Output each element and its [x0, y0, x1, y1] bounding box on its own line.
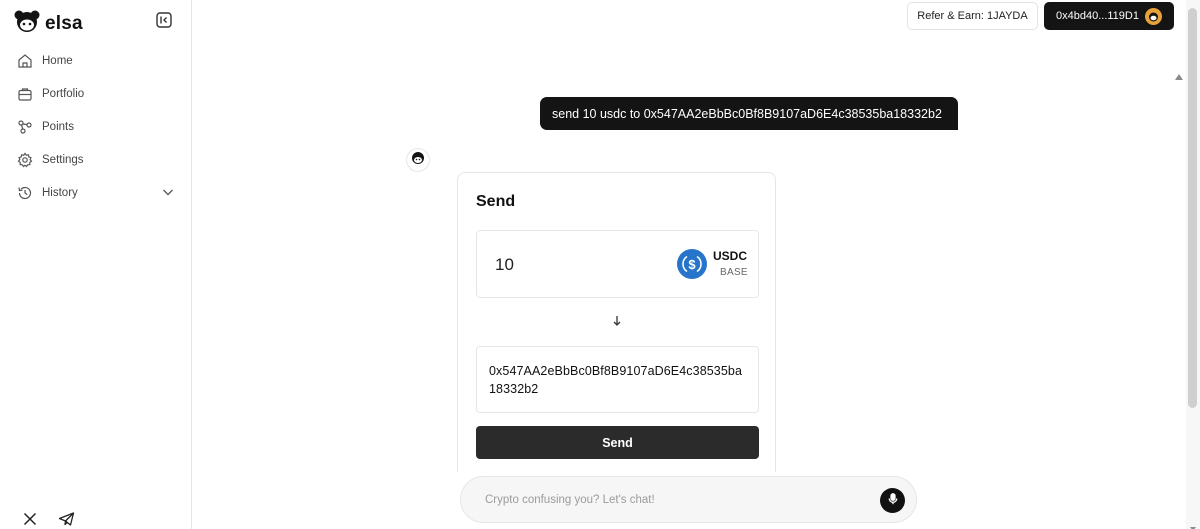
token-symbol: USDC — [713, 249, 748, 263]
scrollbar[interactable] — [1186, 0, 1200, 529]
sidebar-item-label: Points — [42, 120, 74, 133]
history-icon — [16, 184, 33, 201]
token-chain: BASE — [720, 267, 748, 278]
sidebar-item-home[interactable]: Home — [0, 44, 191, 77]
scrollbar-thumb[interactable] — [1188, 8, 1197, 408]
bot-avatar — [406, 148, 430, 172]
gear-icon — [16, 151, 33, 168]
sidebar: elsa Home Portfolio Points Settings Hist… — [0, 0, 192, 529]
brand-name: elsa — [45, 12, 83, 34]
user-message-bubble: send 10 usdc to 0x547AA2eBbBc0Bf8B9107aD… — [540, 97, 958, 130]
recipient-address-field[interactable]: 0x547AA2eBbBc0Bf8B9107aD6E4c38535ba18332… — [476, 346, 759, 413]
usdc-token-icon: $ — [677, 249, 707, 279]
scroll-up-arrow-icon[interactable] — [1174, 69, 1184, 80]
wallet-address: 0x4bd40...119D1 — [1056, 10, 1139, 22]
sidebar-item-settings[interactable]: Settings — [0, 143, 191, 176]
wallet-avatar-icon — [1144, 7, 1162, 25]
sidebar-nav: Home Portfolio Points Settings History — [0, 44, 191, 209]
scroll-down-arrow-icon[interactable] — [1189, 520, 1197, 529]
send-card: Send 10 $ USDC BASE 0x547AA2eBbBc0Bf8B91… — [457, 172, 776, 472]
refer-earn-button[interactable]: Refer & Earn: 1JAYDA — [907, 2, 1038, 30]
app-root: elsa Home Portfolio Points Settings Hist… — [0, 0, 1200, 529]
chat-input[interactable] — [485, 491, 865, 509]
chat-input-container — [460, 476, 917, 523]
brand[interactable]: elsa — [13, 8, 83, 39]
social-links — [22, 511, 76, 529]
sidebar-item-label: Settings — [42, 153, 84, 166]
svg-text:$: $ — [688, 257, 696, 272]
send-button[interactable]: Send — [476, 426, 759, 459]
sidebar-item-history[interactable]: History — [0, 176, 191, 209]
collapse-sidebar-icon[interactable] — [155, 11, 173, 29]
points-icon — [16, 118, 33, 135]
wallet-button[interactable]: 0x4bd40...119D1 — [1044, 2, 1174, 30]
home-icon — [16, 52, 33, 69]
amount-value: 10 — [495, 255, 514, 274]
portfolio-icon — [16, 85, 33, 102]
elsa-logo-icon — [13, 8, 41, 39]
microphone-icon — [888, 492, 898, 510]
x-icon[interactable] — [22, 511, 40, 529]
send-card-title: Send — [476, 193, 516, 210]
sidebar-item-label: Portfolio — [42, 87, 85, 100]
sidebar-item-portfolio[interactable]: Portfolio — [0, 77, 191, 110]
sidebar-item-label: History — [42, 186, 78, 199]
amount-field[interactable]: 10 $ USDC BASE — [476, 230, 759, 298]
sidebar-item-points[interactable]: Points — [0, 110, 191, 143]
telegram-icon[interactable] — [58, 511, 76, 529]
sidebar-item-label: Home — [42, 54, 73, 67]
arrow-down-icon — [610, 314, 624, 328]
chevron-down-icon[interactable] — [161, 185, 175, 199]
microphone-button[interactable] — [880, 488, 905, 513]
elsa-avatar-icon — [411, 151, 425, 170]
